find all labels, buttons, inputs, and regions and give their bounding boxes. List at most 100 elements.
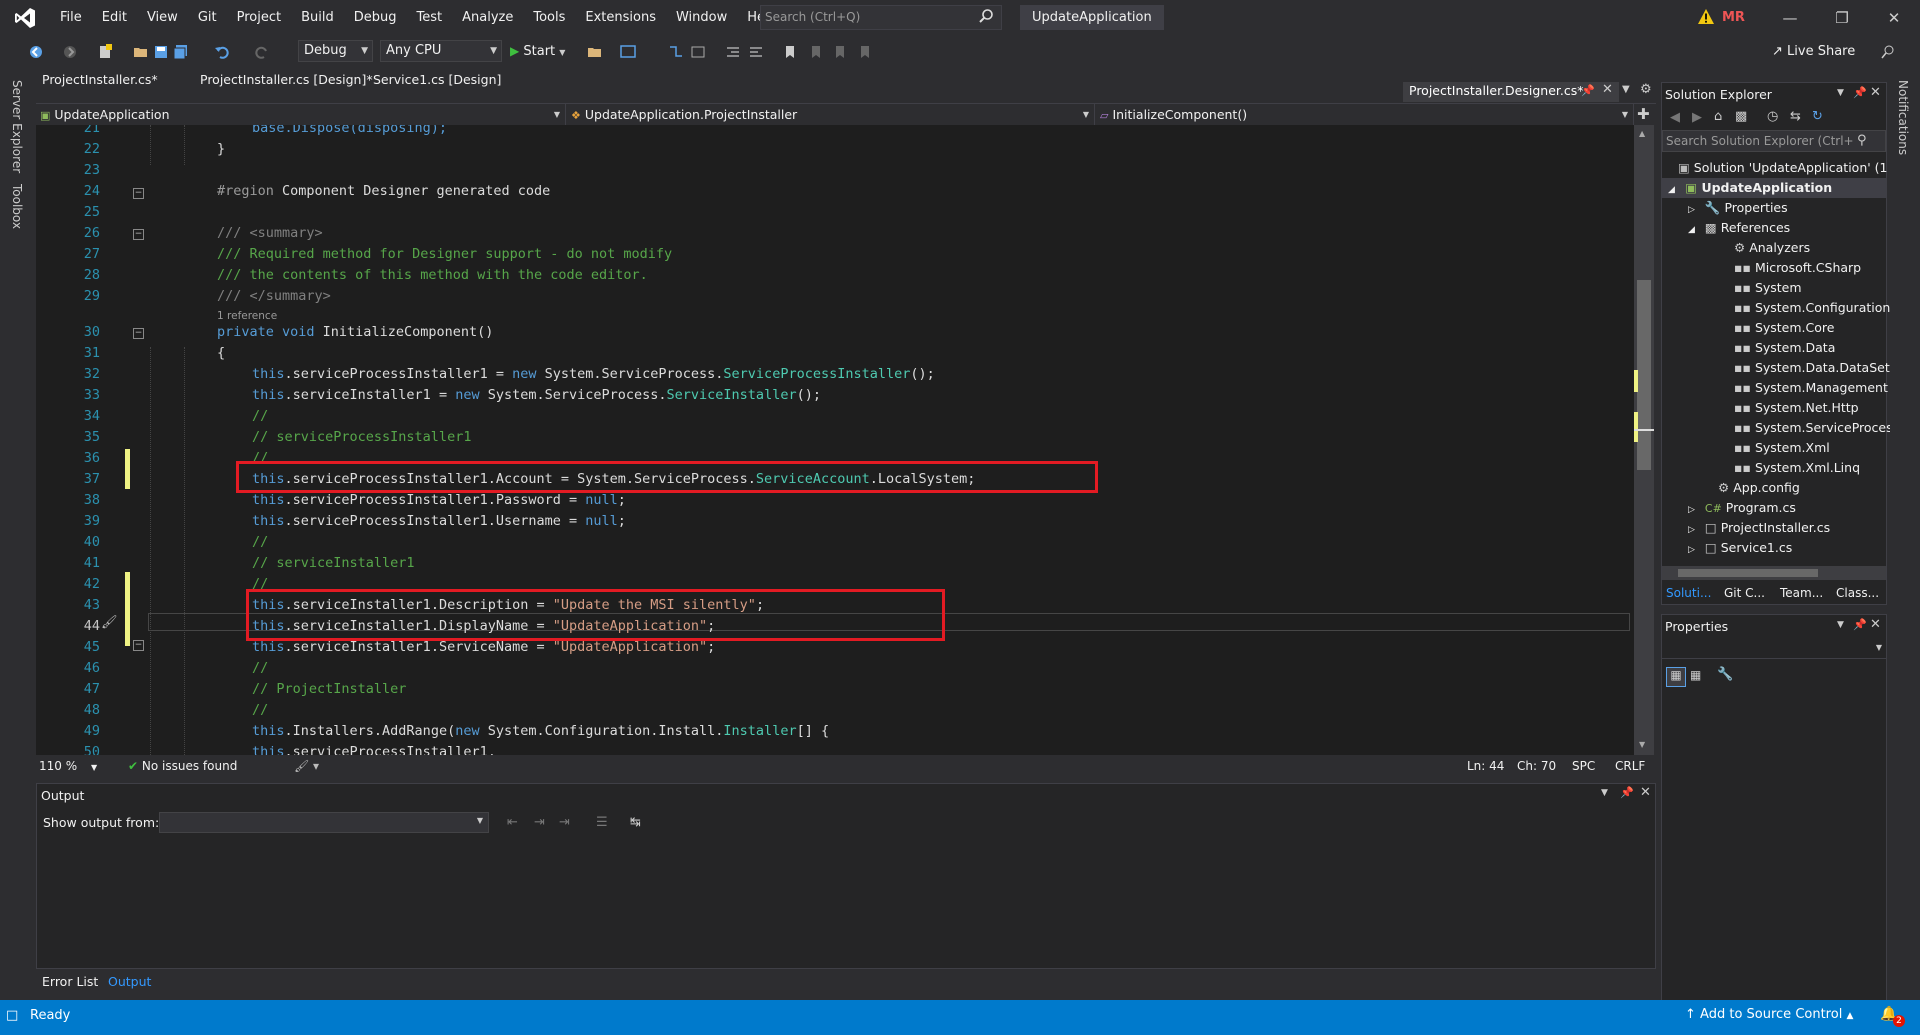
notifications-tab[interactable]: Notifications [1896, 80, 1910, 155]
settings-gear-icon[interactable]: ⚙ [1640, 82, 1652, 97]
layout-icon[interactable] [690, 44, 706, 60]
toolbox-tab[interactable]: Toolbox [10, 184, 24, 229]
back-icon[interactable] [28, 44, 44, 60]
close-window-icon[interactable]: ✕ [1868, 0, 1920, 36]
code-editor[interactable]: − − − − 🖌 21 22 23 24 25 26 27 28 29 30 … [36, 125, 1634, 755]
bookmark-icon[interactable] [782, 44, 798, 60]
tree-item-reference[interactable]: ▪▪ System.Data.DataSetE [1662, 358, 1898, 378]
tree-item-analyzers[interactable]: ⚙ Analyzers [1662, 238, 1810, 258]
properties-object-dropdown[interactable]: ▼ [1662, 639, 1886, 659]
scroll-up-icon[interactable]: ▲ [1639, 129, 1645, 138]
find-in-output-icon[interactable]: ⇥ [559, 815, 570, 830]
step-icon[interactable] [668, 44, 684, 60]
menu-edit[interactable]: Edit [92, 0, 137, 36]
collapse-comment-icon[interactable]: − [133, 229, 144, 240]
new-project-icon[interactable] [97, 44, 113, 60]
minimize-icon[interactable]: — [1764, 0, 1816, 36]
collapse-region-icon[interactable]: − [133, 188, 144, 199]
goto-next-icon[interactable]: ⇥ [534, 815, 545, 830]
collapse-method-icon[interactable]: − [133, 328, 144, 339]
goto-previous-icon[interactable]: ⇤ [507, 815, 518, 830]
tree-item-reference[interactable]: ▪▪ System.Xml [1662, 438, 1830, 458]
tab-class-view[interactable]: Class... [1836, 586, 1879, 600]
codelens-references[interactable]: 1 reference [217, 310, 277, 322]
tree-item-program-cs[interactable]: ▷ C# Program.cs [1662, 498, 1796, 518]
search-icon[interactable]: ⚲ [1857, 133, 1867, 148]
quick-actions-brush-icon[interactable]: 🖌 [101, 615, 118, 630]
scrollbar-thumb[interactable] [1637, 280, 1651, 470]
close-panel-icon[interactable]: ✕ [1870, 85, 1881, 100]
menu-view[interactable]: View [137, 0, 188, 36]
sync-icon[interactable]: ⇆ [1790, 109, 1801, 124]
horizontal-scrollbar[interactable] [1662, 566, 1886, 580]
tree-item-reference[interactable]: ▪▪ System.Xml.Linq [1662, 458, 1860, 478]
tab-solution-explorer[interactable]: Soluti... [1666, 586, 1711, 600]
chevron-down-icon[interactable]: ▼ [1837, 88, 1844, 98]
categorized-icon[interactable]: ▦ [1666, 667, 1686, 687]
switch-views-icon[interactable]: ▩ [1735, 109, 1747, 124]
menu-tools[interactable]: Tools [523, 0, 575, 36]
pin-icon[interactable]: 📌 [1581, 84, 1595, 97]
browser-link-icon[interactable] [620, 44, 636, 60]
pin-icon[interactable]: 📌 [1853, 618, 1867, 631]
clear-bookmarks-icon[interactable] [857, 44, 873, 60]
forward-icon[interactable]: ▶ [1692, 110, 1702, 125]
property-pages-icon[interactable]: 🔧 [1717, 667, 1733, 682]
menu-test[interactable]: Test [407, 0, 453, 36]
menu-window[interactable]: Window [666, 0, 737, 36]
restore-icon[interactable]: ❐ [1816, 0, 1868, 36]
pin-icon[interactable]: 📌 [1853, 86, 1867, 99]
tab-designer-cs-active[interactable]: ProjectInstaller.Designer.cs* 📌 ✕ [1403, 82, 1619, 102]
indent-icon[interactable] [725, 44, 741, 60]
tab-output[interactable]: Output [108, 974, 151, 989]
prev-bookmark-icon[interactable] [808, 44, 824, 60]
tab-list-icon[interactable]: ▼ [1622, 84, 1630, 95]
refresh-icon[interactable]: ↻ [1812, 109, 1823, 124]
split-editor-icon[interactable]: ✚ [1637, 104, 1650, 124]
home-icon[interactable]: ⌂ [1714, 109, 1722, 124]
tree-item-project[interactable]: ◢ ▣ UpdateApplication [1662, 178, 1886, 198]
collapse-block-icon[interactable]: − [133, 640, 144, 651]
tree-item-properties[interactable]: ▷ 🔧 Properties [1662, 198, 1788, 218]
tree-item-reference[interactable]: ▪▪ System.Core [1662, 318, 1834, 338]
chevron-down-icon[interactable]: ▼ [1837, 620, 1844, 630]
chevron-down-icon[interactable]: ▼ [1601, 788, 1608, 798]
save-all-icon[interactable] [173, 44, 189, 60]
tab-error-list[interactable]: Error List [42, 974, 98, 989]
warning-icon[interactable] [1697, 8, 1715, 29]
search-icon[interactable] [978, 8, 996, 26]
menu-project[interactable]: Project [227, 0, 291, 36]
tree-item-reference[interactable]: ▪▪ System.Management [1662, 378, 1888, 398]
tree-item-app-config[interactable]: ⚙ App.config [1662, 478, 1800, 498]
open-in-explorer-icon[interactable] [587, 44, 603, 60]
configuration-dropdown[interactable]: Debug ▼ [298, 40, 373, 62]
tab-team-explorer[interactable]: Team... [1780, 586, 1823, 600]
source-control-button[interactable]: ↑ Add to Source Control ▲ [1685, 1007, 1853, 1022]
menu-debug[interactable]: Debug [344, 0, 407, 36]
issues-indicator[interactable]: ✔ No issues found [128, 756, 237, 776]
tab-projectinstaller-design[interactable]: ProjectInstaller.cs [Design]* [194, 68, 379, 92]
close-panel-icon[interactable]: ✕ [1870, 617, 1881, 632]
line-ending-indicator[interactable]: CRLF [1615, 756, 1645, 776]
pending-changes-icon[interactable]: ◷ [1767, 109, 1778, 124]
scrollbar-thumb[interactable] [1678, 569, 1818, 577]
save-icon[interactable] [153, 44, 169, 60]
close-tab-icon[interactable]: ✕ [1602, 82, 1613, 97]
tree-item-reference[interactable]: ▪▪ System.ServiceProces [1662, 418, 1893, 438]
tree-item-reference[interactable]: ▪▪ Microsoft.CSharp [1662, 258, 1861, 278]
tab-projectinstaller-cs[interactable]: ProjectInstaller.cs* [36, 68, 164, 92]
output-source-dropdown[interactable]: ▼ [159, 812, 489, 833]
column-indicator[interactable]: Ch: 70 [1517, 756, 1556, 776]
menu-analyze[interactable]: Analyze [452, 0, 523, 36]
zoom-dropdown[interactable]: 110 % ▼ [39, 756, 97, 778]
editor-scrollbar[interactable]: ▲ ▼ [1634, 125, 1654, 755]
tree-item-reference[interactable]: ▪▪ System [1662, 278, 1802, 298]
pin-icon[interactable]: 📌 [1620, 786, 1634, 799]
open-folder-icon[interactable] [133, 44, 149, 60]
tree-item-reference[interactable]: ▪▪ System.Data [1662, 338, 1835, 358]
undo-icon[interactable] [214, 44, 230, 60]
forward-icon[interactable] [62, 44, 78, 60]
tab-git-changes[interactable]: Git C... [1724, 586, 1765, 600]
member-dropdown[interactable]: ▱ InitializeComponent() ▼ [1096, 104, 1634, 126]
clear-all-icon[interactable]: ☰ [596, 815, 608, 830]
